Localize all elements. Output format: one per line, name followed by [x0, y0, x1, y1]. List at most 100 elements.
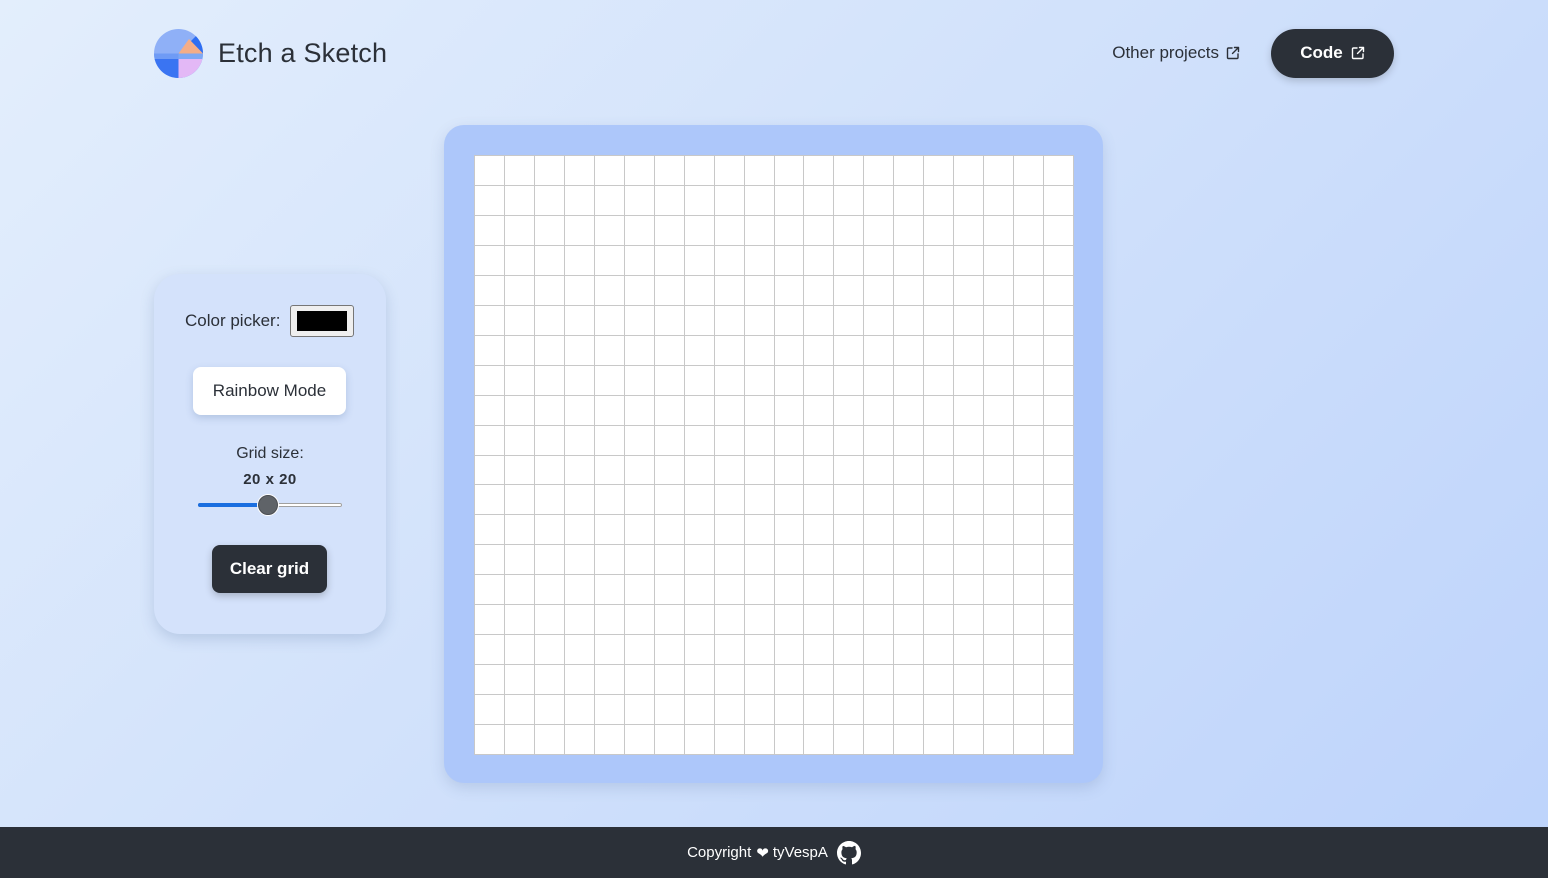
grid-cell[interactable] [684, 156, 715, 186]
grid-cell[interactable] [984, 305, 1015, 336]
grid-cell[interactable] [624, 665, 655, 696]
grid-cell[interactable] [475, 425, 505, 456]
grid-cell[interactable] [534, 605, 565, 636]
grid-cell[interactable] [624, 185, 655, 216]
grid-cell[interactable] [684, 275, 715, 306]
grid-cell[interactable] [894, 515, 925, 546]
grid-cell[interactable] [475, 485, 505, 516]
grid-cell[interactable] [1044, 635, 1074, 666]
grid-cell[interactable] [504, 485, 535, 516]
grid-cell[interactable] [1044, 695, 1074, 726]
grid-cell[interactable] [744, 305, 775, 336]
grid-cell[interactable] [804, 515, 835, 546]
grid-cell[interactable] [834, 665, 865, 696]
grid-cell[interactable] [534, 305, 565, 336]
grid-cell[interactable] [684, 245, 715, 276]
grid-cell[interactable] [654, 725, 685, 755]
grid-cell[interactable] [924, 575, 955, 606]
grid-cell[interactable] [654, 305, 685, 336]
grid-cell[interactable] [534, 455, 565, 486]
other-projects-link[interactable]: Other projects [1112, 43, 1240, 63]
grid-cell[interactable] [624, 425, 655, 456]
grid-cell[interactable] [1044, 395, 1074, 426]
grid-cell[interactable] [594, 305, 625, 336]
grid-cell[interactable] [744, 245, 775, 276]
grid-cell[interactable] [504, 455, 535, 486]
grid-cell[interactable] [894, 425, 925, 456]
grid-cell[interactable] [894, 545, 925, 576]
grid-cell[interactable] [864, 156, 895, 186]
grid-cell[interactable] [534, 725, 565, 755]
grid-cell[interactable] [594, 425, 625, 456]
grid-cell[interactable] [475, 156, 505, 186]
grid-cell[interactable] [594, 575, 625, 606]
grid-cell[interactable] [954, 275, 985, 306]
grid-cell[interactable] [1044, 245, 1074, 276]
grid-cell[interactable] [564, 575, 595, 606]
grid-cell[interactable] [654, 365, 685, 396]
grid-cell[interactable] [564, 335, 595, 366]
grid-cell[interactable] [864, 545, 895, 576]
grid-cell[interactable] [714, 365, 745, 396]
grid-cell[interactable] [834, 515, 865, 546]
grid-cell[interactable] [954, 365, 985, 396]
grid-cell[interactable] [1044, 665, 1074, 696]
grid-cell[interactable] [834, 245, 865, 276]
grid-cell[interactable] [954, 545, 985, 576]
grid-cell[interactable] [774, 245, 805, 276]
grid-cell[interactable] [744, 605, 775, 636]
grid-cell[interactable] [504, 635, 535, 666]
grid-cell[interactable] [714, 245, 745, 276]
color-picker-input[interactable] [290, 305, 355, 337]
grid-cell[interactable] [534, 515, 565, 546]
grid-cell[interactable] [1014, 485, 1045, 516]
grid-cell[interactable] [564, 635, 595, 666]
grid-cell[interactable] [774, 605, 805, 636]
grid-cell[interactable] [504, 395, 535, 426]
grid-cell[interactable] [654, 695, 685, 726]
grid-cell[interactable] [714, 455, 745, 486]
grid-cell[interactable] [534, 156, 565, 186]
grid-cell[interactable] [684, 395, 715, 426]
grid-cell[interactable] [834, 455, 865, 486]
grid-cell[interactable] [594, 485, 625, 516]
grid-cell[interactable] [504, 575, 535, 606]
grid-cell[interactable] [744, 455, 775, 486]
grid-cell[interactable] [924, 545, 955, 576]
grid-cell[interactable] [864, 665, 895, 696]
grid-cell[interactable] [924, 275, 955, 306]
grid-cell[interactable] [774, 455, 805, 486]
grid-cell[interactable] [624, 695, 655, 726]
grid-cell[interactable] [504, 665, 535, 696]
grid-cell[interactable] [714, 545, 745, 576]
grid-cell[interactable] [894, 665, 925, 696]
grid-cell[interactable] [774, 665, 805, 696]
grid-cell[interactable] [894, 635, 925, 666]
grid-cell[interactable] [894, 215, 925, 246]
grid-cell[interactable] [804, 245, 835, 276]
grid-cell[interactable] [534, 485, 565, 516]
grid-cell[interactable] [475, 665, 505, 696]
grid-cell[interactable] [954, 725, 985, 755]
grid-cell[interactable] [475, 185, 505, 216]
grid-cell[interactable] [834, 215, 865, 246]
grid-cell[interactable] [834, 395, 865, 426]
grid-cell[interactable] [954, 635, 985, 666]
grid-cell[interactable] [684, 665, 715, 696]
grid-cell[interactable] [1014, 665, 1045, 696]
grid-cell[interactable] [984, 395, 1015, 426]
grid-cell[interactable] [924, 395, 955, 426]
grid-cell[interactable] [624, 725, 655, 755]
grid-cell[interactable] [564, 245, 595, 276]
grid-cell[interactable] [804, 275, 835, 306]
grid-cell[interactable] [804, 545, 835, 576]
grid-cell[interactable] [594, 365, 625, 396]
grid-cell[interactable] [534, 395, 565, 426]
grid-cell[interactable] [894, 275, 925, 306]
grid-cell[interactable] [804, 635, 835, 666]
grid-cell[interactable] [774, 725, 805, 755]
grid-cell[interactable] [744, 545, 775, 576]
grid-cell[interactable] [475, 515, 505, 546]
grid-cell[interactable] [954, 515, 985, 546]
grid-cell[interactable] [684, 725, 715, 755]
